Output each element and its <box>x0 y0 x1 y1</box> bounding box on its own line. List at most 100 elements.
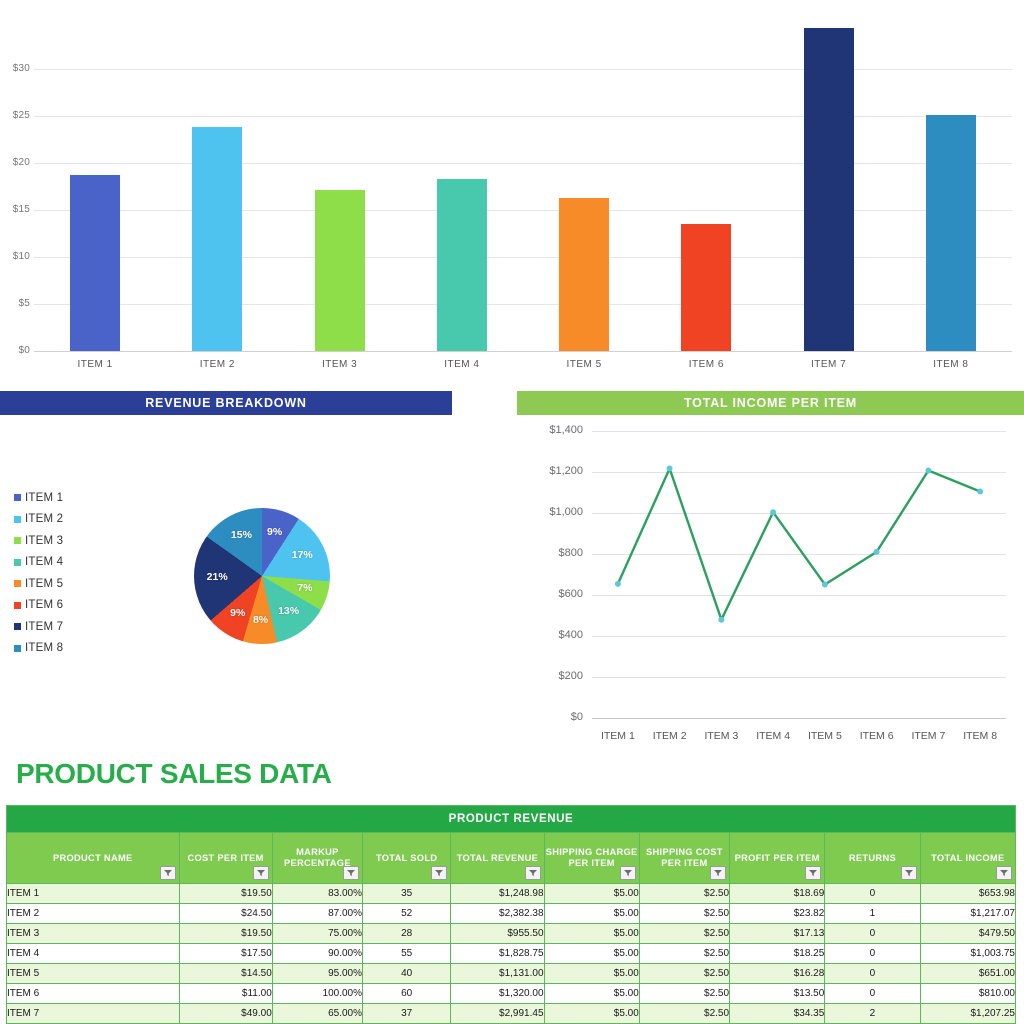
table-row[interactable]: ITEM 5 $14.50 95.00% 40 $1,131.00 $5.00 $2.50 $… <box>6 963 1017 984</box>
profit-per-item-bar-chart: $0 $5 $10 $15 $20 $25 $30 ITEM 1 ITEM 2 ITEM 3 ITE… <box>0 0 1024 380</box>
table-cell: $2.50 <box>638 1003 731 1024</box>
bar-gridline <box>34 210 1012 211</box>
table-cell: 95.00% <box>271 963 364 984</box>
column-header-4[interactable]: TOTAL SOLD <box>362 832 452 884</box>
table-cell: $2.50 <box>638 923 731 944</box>
table-cell: $2.50 <box>638 943 731 964</box>
table-cell: $5.00 <box>543 1003 640 1024</box>
table-cell: 52 <box>362 903 452 924</box>
column-header-label: COST PER ITEM <box>187 852 264 863</box>
table-cell: $23.82 <box>729 903 826 924</box>
bar-2 <box>192 127 243 351</box>
table-cell: $34.35 <box>729 1003 826 1024</box>
table-cell: $49.00 <box>178 1003 273 1024</box>
table-cell: 87.00% <box>271 903 364 924</box>
filter-dropdown-icon[interactable] <box>252 866 269 880</box>
legend-item-label: ITEM 8 <box>25 642 64 655</box>
filter-dropdown-icon[interactable] <box>431 866 448 880</box>
bar-gridline <box>34 116 1012 117</box>
bar-3 <box>314 189 365 351</box>
table-cell: 55 <box>362 943 452 964</box>
line-x-axis-label: ITEM 2 <box>652 730 687 742</box>
column-header-1[interactable]: PRODUCT NAME <box>6 832 180 884</box>
bar-8 <box>925 115 976 351</box>
legend-item-label: ITEM 2 <box>25 513 64 526</box>
table-cell: $1,217.07 <box>919 903 1017 924</box>
legend-swatch-icon <box>14 580 21 588</box>
table-cell: $13.50 <box>729 983 826 1004</box>
column-header-3[interactable]: MARKUP PERCENTAGE <box>271 832 364 884</box>
column-header-2[interactable]: COST PER ITEM <box>178 832 273 884</box>
table-cell: $955.50 <box>450 923 545 944</box>
table-cell: $2.50 <box>638 883 731 904</box>
table-row[interactable]: ITEM 7 $49.00 65.00% 37 $2,991.45 $5.00 $2.50 $… <box>6 1003 1017 1024</box>
legend-item-label: ITEM 5 <box>25 577 64 590</box>
table-row[interactable]: ITEM 6 $11.00 100.00% 60 $1,320.00 $5.00 $2.50… <box>6 983 1017 1004</box>
table-cell: $2.50 <box>638 963 731 984</box>
table-cell: 100.00% <box>271 983 364 1004</box>
filter-dropdown-icon[interactable] <box>900 866 917 880</box>
bar-gridline <box>34 304 1012 305</box>
table-cell: 0 <box>824 963 921 984</box>
column-header-7[interactable]: SHIPPING COST PER ITEM <box>638 832 731 884</box>
table-row[interactable]: ITEM 2 $24.50 87.00% 52 $2,382.38 $5.00 $2.50 $… <box>6 903 1017 924</box>
column-header-5[interactable]: TOTAL REVENUE <box>450 832 545 884</box>
legend-swatch-icon <box>14 515 21 523</box>
bar-x-axis-label: ITEM 5 <box>566 359 602 370</box>
filter-dropdown-icon[interactable] <box>710 866 727 880</box>
table-cell: $5.00 <box>543 983 640 1004</box>
table-cell: 0 <box>824 983 921 1004</box>
table-cell: $651.00 <box>919 963 1017 984</box>
pie-slice-label-5: 8% <box>252 613 269 626</box>
legend-item-5: ITEM 5 <box>14 573 63 595</box>
line-series-path <box>614 465 984 623</box>
line-x-axis-label: ITEM 4 <box>756 730 791 742</box>
table-cell: $810.00 <box>919 983 1017 1004</box>
table-super-header-row: PRODUCT REVENUE <box>6 805 1016 833</box>
filter-dropdown-icon[interactable] <box>524 866 541 880</box>
line-x-axis-label: ITEM 6 <box>859 730 894 742</box>
pie-slice-label-3: 7% <box>297 582 313 595</box>
table-cell: $5.00 <box>543 903 640 924</box>
table-cell: $5.00 <box>543 943 640 964</box>
legend-swatch-icon <box>14 537 21 545</box>
legend-item-4: ITEM 4 <box>14 552 63 574</box>
table-cell: $17.13 <box>729 923 826 944</box>
legend-item-8: ITEM 8 <box>14 638 63 660</box>
table-cell: $479.50 <box>919 923 1017 944</box>
legend-item-7: ITEM 7 <box>14 616 63 638</box>
line-x-axis-label: ITEM 3 <box>704 730 739 742</box>
filter-dropdown-icon[interactable] <box>343 866 360 880</box>
table-cell: $14.50 <box>178 963 273 984</box>
table-row[interactable]: ITEM 3 $19.50 75.00% 28 $955.50 $5.00 $2.50 $17… <box>6 923 1017 944</box>
column-header-6[interactable]: SHIPPING CHARGE PER ITEM <box>543 832 640 884</box>
filter-dropdown-icon[interactable] <box>619 866 636 880</box>
bar-x-axis-label: ITEM 6 <box>688 359 724 370</box>
table-row[interactable]: ITEM 4 $17.50 90.00% 55 $1,828.75 $5.00 $2.50 $… <box>6 943 1017 964</box>
filter-dropdown-icon[interactable] <box>996 866 1012 880</box>
table-cell: $5.00 <box>543 883 640 904</box>
filter-dropdown-icon[interactable] <box>805 866 822 880</box>
table-cell: $2,991.45 <box>450 1003 545 1024</box>
filter-dropdown-icon[interactable] <box>159 866 176 880</box>
bar-y-axis-label: $10 <box>12 251 30 262</box>
table-cell: $11.00 <box>178 983 273 1004</box>
table-cell: ITEM 1 <box>6 883 180 904</box>
column-header-10[interactable]: TOTAL INCOME <box>919 832 1017 884</box>
table-cell: $19.50 <box>178 883 273 904</box>
table-cell: $2.50 <box>638 983 731 1004</box>
pie-slice-label-1: 9% <box>267 525 283 538</box>
column-header-9[interactable]: RETURNS <box>824 832 921 884</box>
table-cell: ITEM 3 <box>6 923 180 944</box>
table-cell: ITEM 2 <box>6 903 180 924</box>
bar-x-axis-label: ITEM 7 <box>811 359 847 370</box>
table-cell: 0 <box>824 883 921 904</box>
table-cell: ITEM 5 <box>6 963 180 984</box>
table-row[interactable]: ITEM 1 $19.50 83.00% 35 $1,248.98 $5.00 $2.50 $… <box>6 883 1017 904</box>
column-header-8[interactable]: PROFIT PER ITEM <box>729 832 826 884</box>
bar-gridline <box>34 69 1012 70</box>
table-cell: 37 <box>362 1003 452 1024</box>
legend-swatch-icon <box>14 644 21 652</box>
column-header-label: PROFIT PER ITEM <box>734 852 820 863</box>
bar-y-axis-label: $20 <box>12 157 30 168</box>
